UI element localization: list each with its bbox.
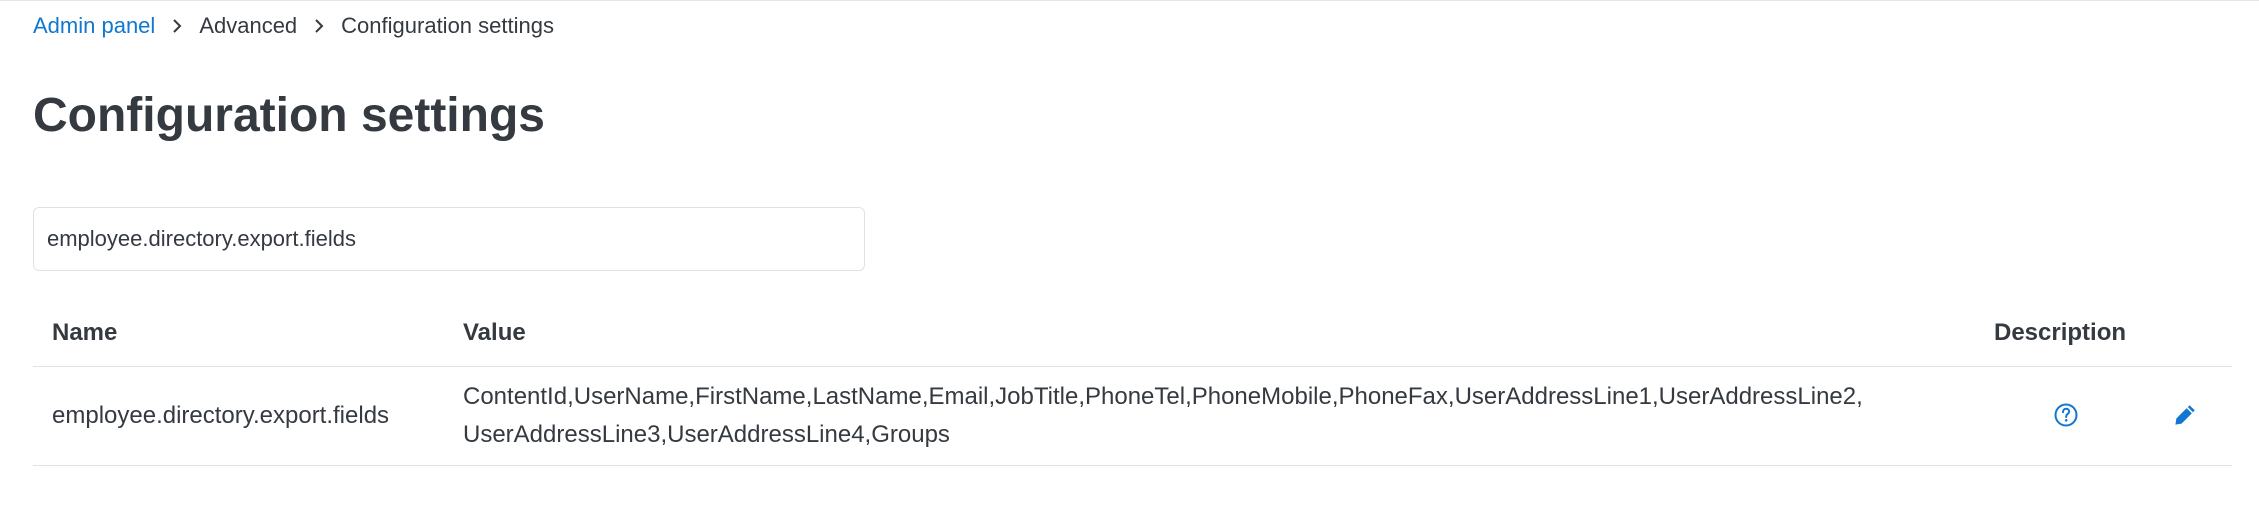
column-header-value: Value: [444, 300, 1994, 367]
chevron-right-icon: [155, 10, 199, 42]
search-input[interactable]: [33, 207, 865, 271]
table-header-row: Name Value Description: [33, 300, 2232, 367]
setting-value-line: UserAddressLine3,UserAddressLine4,Groups: [463, 421, 950, 448]
page-title: Configuration settings: [33, 89, 545, 142]
setting-value-line: ContentId,UserName,FirstName,LastName,Em…: [463, 383, 1863, 410]
actions-cell: [2137, 366, 2232, 466]
pencil-icon[interactable]: [2167, 397, 2203, 433]
breadcrumb-item-configuration-settings: Configuration settings: [341, 13, 554, 38]
column-header-name: Name: [33, 300, 444, 367]
top-divider: [0, 0, 2259, 1]
table-row: employee.directory.export.fields Content…: [33, 366, 2232, 466]
setting-name: employee.directory.export.fields: [33, 366, 444, 466]
breadcrumb-item-admin-panel[interactable]: Admin panel: [33, 13, 155, 39]
description-cell: [1994, 366, 2137, 466]
column-header-actions: [2137, 300, 2232, 367]
breadcrumb-item-advanced[interactable]: Advanced: [199, 13, 297, 39]
settings-table: Name Value Description employee.director…: [33, 300, 2232, 466]
chevron-right-icon: [297, 10, 341, 42]
breadcrumb: Admin panel Advanced Configuration setti…: [33, 10, 554, 42]
setting-value: ContentId,UserName,FirstName,LastName,Em…: [444, 366, 1994, 466]
help-circle-icon[interactable]: [2048, 397, 2084, 433]
column-header-description: Description: [1994, 300, 2137, 367]
